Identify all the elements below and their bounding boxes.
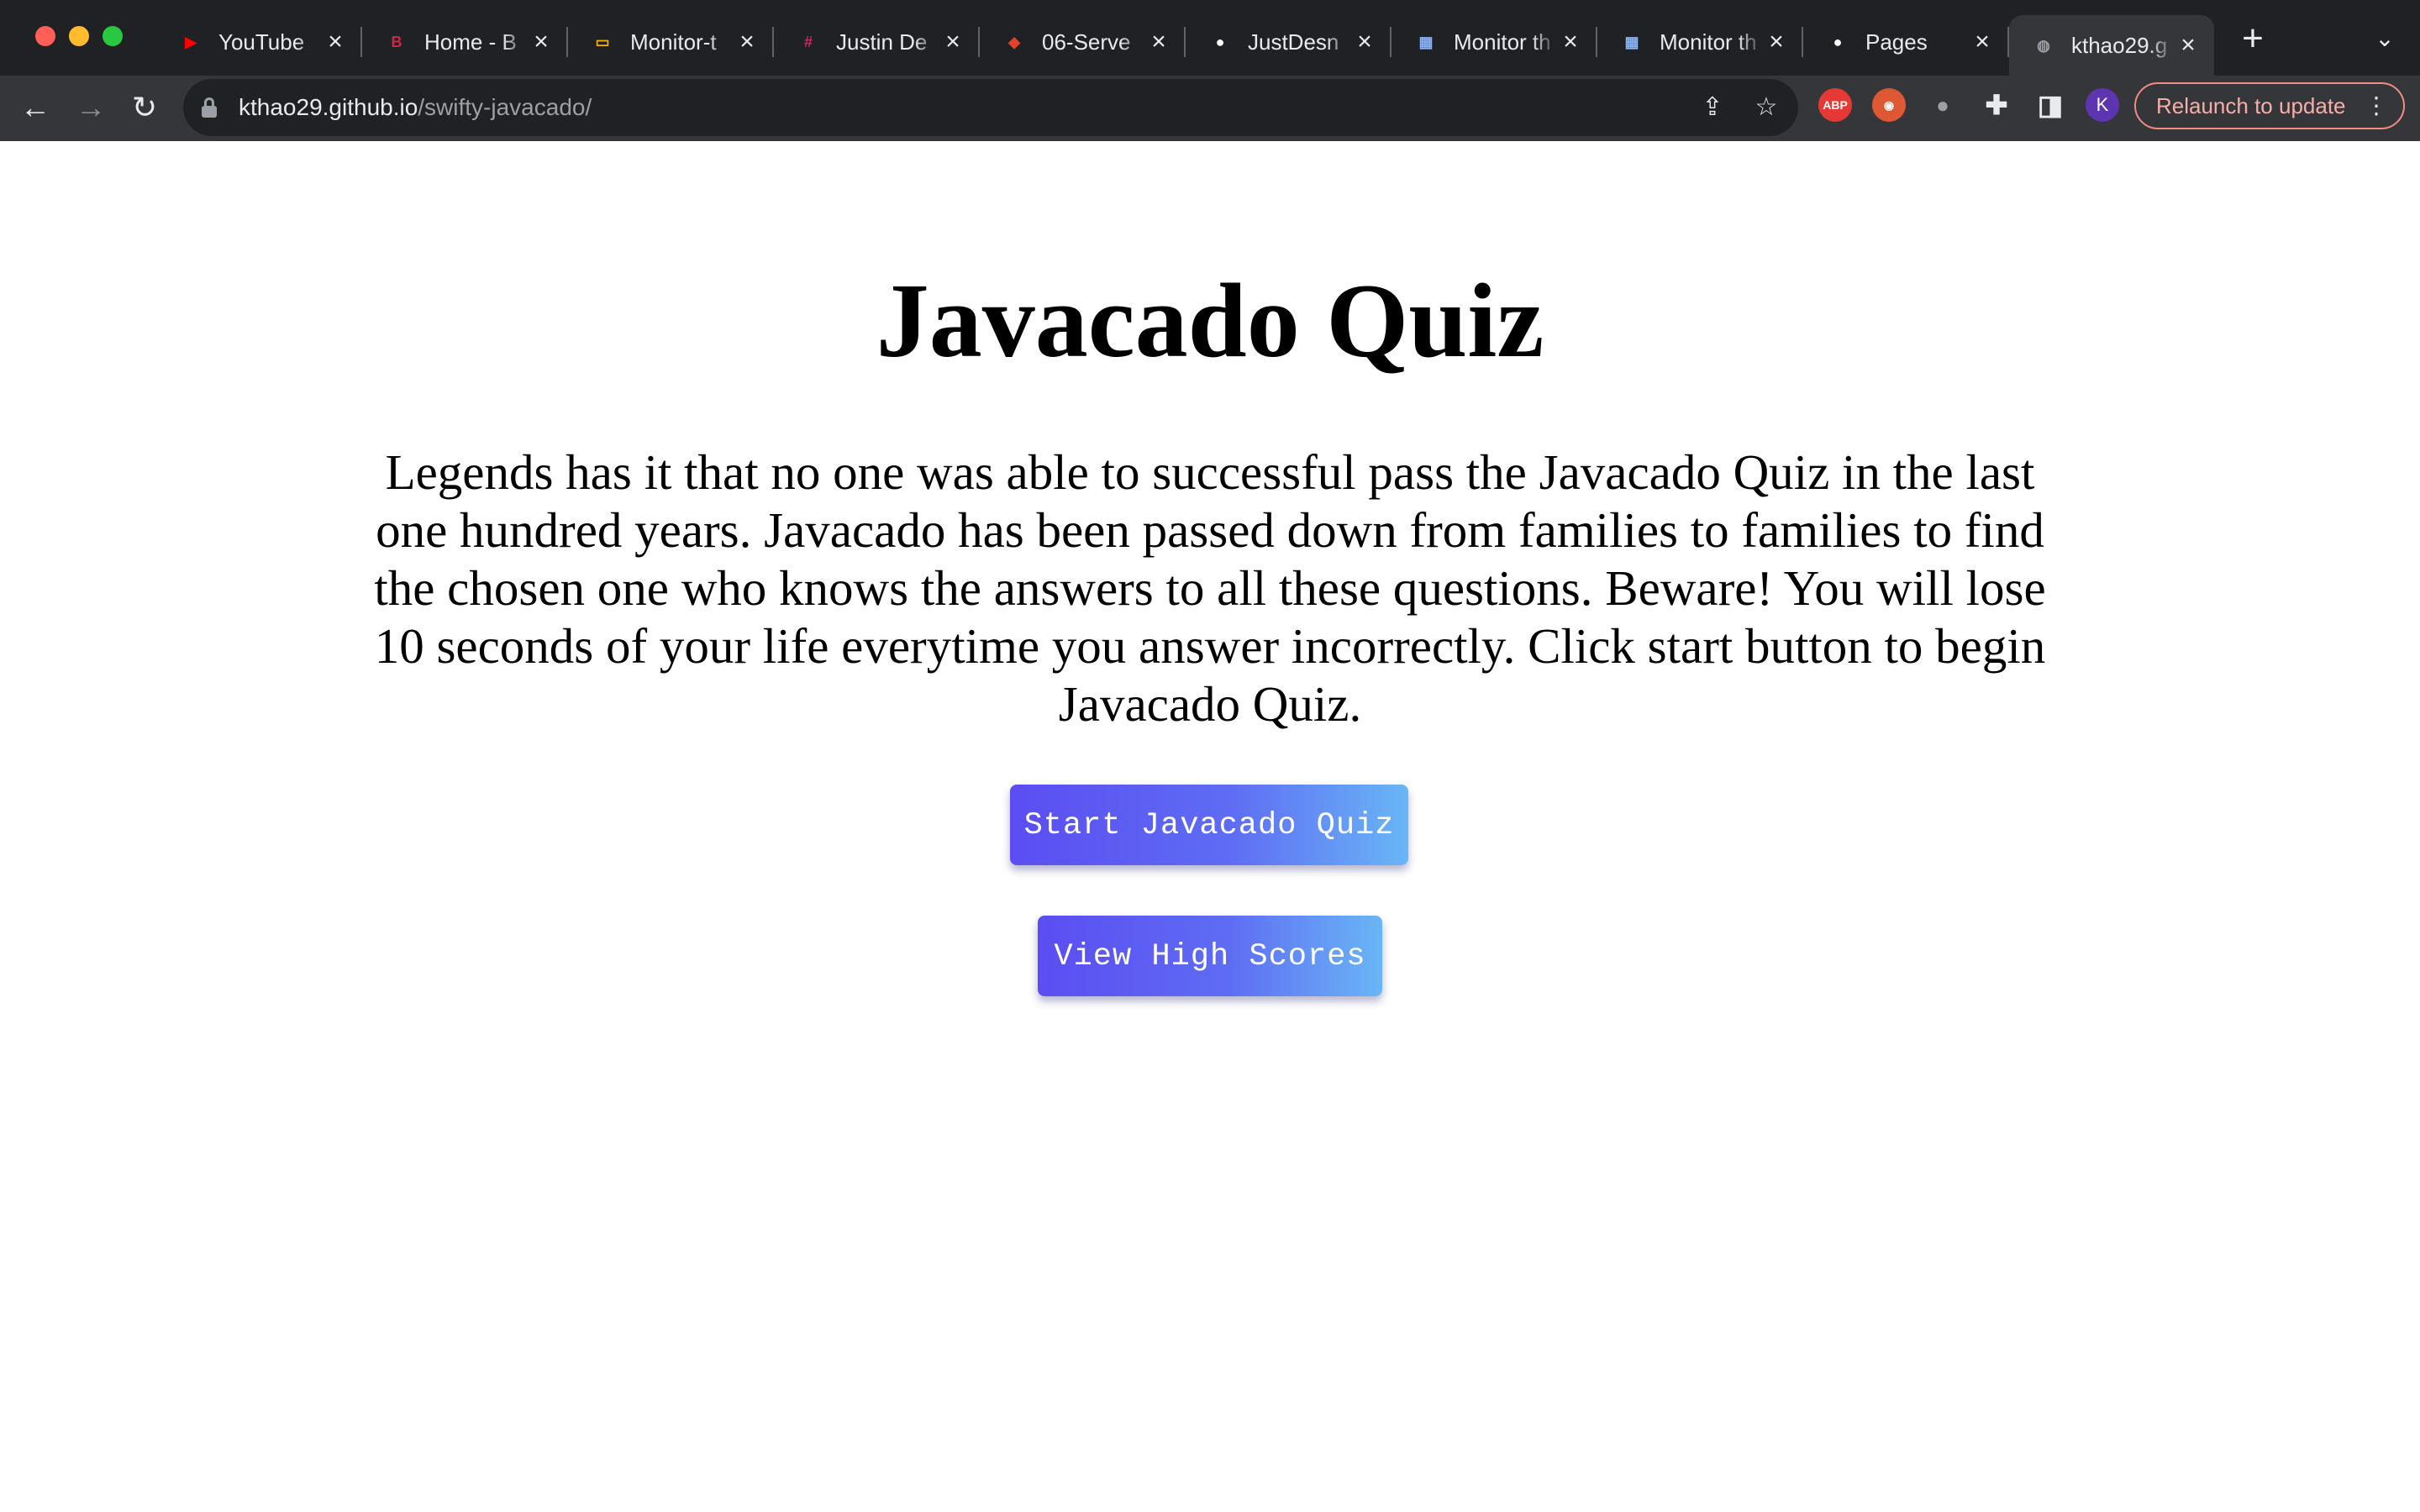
start-quiz-button[interactable]: Start Javacado Quiz [1010, 785, 1408, 865]
browser-chrome: ▶ YouTube × B Home - B × ▭ Monitor-t × # Justin De… [0, 0, 2420, 141]
tab-title: Justin De [836, 29, 928, 55]
view-high-scores-button[interactable]: View High Scores [1038, 916, 1382, 996]
github-icon: ● [1833, 33, 1843, 50]
minimize-window-button[interactable] [69, 26, 89, 46]
monitor-screenshot-icon: ▦ [1624, 33, 1639, 50]
close-tab-icon[interactable]: × [1764, 29, 1789, 55]
close-window-button[interactable] [35, 26, 55, 46]
tab-strip: ▶ YouTube × B Home - B × ▭ Monitor-t × # Justin De… [0, 0, 2420, 76]
relaunch-button[interactable]: Relaunch to update ⋮ [2134, 82, 2405, 129]
tab-title: 06-Serve [1042, 29, 1131, 55]
page-content: Javacado Quiz Legends has it that no one… [0, 141, 2420, 1512]
duckduckgo-icon[interactable]: ◉ [1872, 88, 1906, 122]
gitlab-icon: ◆ [1008, 33, 1020, 50]
browser-tab[interactable]: B Home - B × [362, 15, 568, 69]
lock-icon[interactable] [202, 97, 217, 118]
close-tab-icon[interactable]: × [2175, 33, 2201, 58]
back-button[interactable]: ← [17, 89, 54, 126]
page-title: Javacado Quiz [876, 263, 1544, 380]
adblock-plus-icon[interactable]: ABP [1818, 88, 1852, 122]
browser-tab[interactable]: ● JustDesn × [1186, 15, 1392, 69]
browser-tab[interactable]: ◆ 06-Serve × [980, 15, 1186, 69]
extensions-puzzle-icon[interactable]: ✚ [1980, 88, 2013, 122]
browser-tab[interactable]: ● Pages × [1803, 15, 2009, 69]
tab-title: kthao29.g [2071, 32, 2168, 58]
slides-icon: ▭ [595, 33, 610, 50]
url-host: kthao29.github.io [239, 94, 418, 120]
github-icon: ● [1215, 33, 1225, 50]
tab-title: Home - B [424, 29, 517, 55]
tab-title: JustDesn [1248, 29, 1339, 55]
url-path: /swifty-javacado/ [418, 94, 592, 120]
close-tab-icon[interactable]: × [529, 29, 554, 55]
tab-title: Monitor th [1454, 29, 1551, 55]
profile-avatar[interactable]: K [2086, 88, 2119, 122]
close-tab-icon[interactable]: × [940, 29, 965, 55]
share-icon[interactable]: ⇪ [1696, 91, 1729, 124]
browser-tab[interactable]: ◍ kthao29.g × [2009, 15, 2214, 76]
tab-search-chevron-icon[interactable]: ⌄ [2370, 24, 2400, 54]
browser-tab[interactable]: ▭ Monitor-t × [568, 15, 774, 69]
url-text[interactable]: kthao29.github.io/swifty-javacado/ [239, 91, 592, 124]
close-tab-icon[interactable]: × [734, 29, 760, 55]
forward-button[interactable]: → [72, 89, 109, 126]
bootcamp-icon: B [391, 33, 402, 50]
relaunch-label: Relaunch to update [2156, 93, 2346, 118]
monitor-screenshot-icon: ▦ [1418, 33, 1434, 50]
slack-icon: # [803, 33, 813, 50]
browser-tab[interactable]: ▦ Monitor th × [1597, 15, 1803, 69]
address-bar[interactable]: kthao29.github.io/swifty-javacado/ ⇪ ☆ [183, 79, 1798, 136]
close-tab-icon[interactable]: × [1146, 29, 1171, 55]
browser-tab[interactable]: # Justin De × [774, 15, 980, 69]
tab-title: Pages [1865, 29, 1928, 55]
globe-icon: ◍ [2037, 36, 2050, 54]
close-tab-icon[interactable]: × [323, 29, 348, 55]
close-tab-icon[interactable]: × [1352, 29, 1377, 55]
youtube-icon: ▶ [185, 33, 197, 50]
tab-title: YouTube [218, 29, 305, 55]
tab-title: Monitor-t [630, 29, 717, 55]
intro-text: Legends has it that no one was able to s… [374, 444, 2046, 732]
browser-tab[interactable]: ▶ YouTube × [156, 15, 362, 69]
close-tab-icon[interactable]: × [1970, 29, 1995, 55]
side-panel-icon[interactable]: ◨ [2033, 88, 2067, 122]
extension-icon[interactable]: ● [1926, 88, 1960, 122]
bookmark-star-icon[interactable]: ☆ [1749, 91, 1783, 124]
close-tab-icon[interactable]: × [1558, 29, 1583, 55]
browser-tab[interactable]: ▦ Monitor th × [1392, 15, 1597, 69]
menu-dots-icon[interactable]: ⋮ [2365, 84, 2388, 128]
reload-button[interactable]: ↻ [126, 89, 163, 126]
new-tab-button[interactable]: + [2237, 20, 2269, 57]
tab-title: Monitor th [1660, 29, 1757, 55]
maximize-window-button[interactable] [103, 26, 123, 46]
